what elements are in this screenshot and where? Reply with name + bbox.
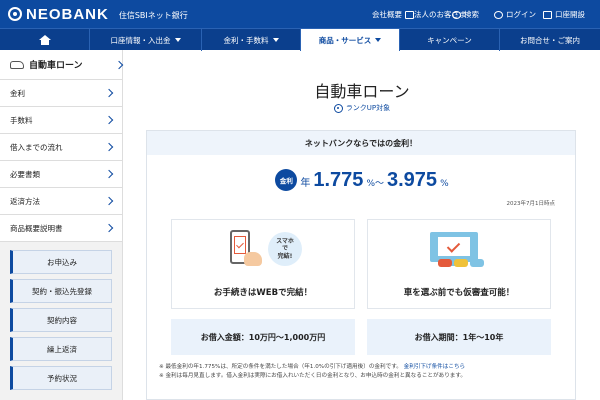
logo-text: NEOBANK [26,5,109,23]
sidebar-item-documents[interactable]: 必要書類 [0,161,122,188]
contract-details-button[interactable]: 契約内容 [10,308,112,332]
rankup-label: ランクUP対象 [345,104,391,112]
search-link[interactable]: 検索 [452,9,479,20]
nav-account-label: 口座情報・入出金 [110,35,171,45]
note-min-rate: ※ 最低金利の年1.775%は、所定の条件を満たした場合（年1.0%の引下げ適用… [159,364,402,370]
caret-down-icon [174,38,181,42]
main-content: 自動車ローン ランクUP対象 ネットバンクならではの金利！ 金利 年 1.775… [124,50,600,400]
monitor-icon [430,232,478,262]
apply-button[interactable]: お申込み [10,250,112,274]
sidebar-item-label: 返済方法 [10,196,40,206]
prepayment-button[interactable]: 繰上返済 [10,337,112,361]
nav-contact-label: お問合せ・ご案内 [520,35,580,45]
caret-down-icon [375,38,382,42]
loan-amount-info: お借入金額：10万円〜1,000万円 [171,319,355,355]
rate-mid-unit: %〜 [366,179,384,189]
nav-contact[interactable]: お問合せ・ご案内 [500,29,600,51]
sidebar-item-repayment[interactable]: 返済方法 [0,188,122,215]
feature-web: スマホ で 完結! お手続きはWEBで完結！ [171,219,355,309]
rate-card: ネットバンクならではの金利！ 金利 年 1.775 %〜 3.975 % 202… [146,130,576,400]
card-heading: ネットバンクならではの金利！ [147,131,575,155]
rate-end-unit: % [440,179,449,189]
feature-prescreen-text: 車を選ぶ前でも仮審査可能！ [403,288,515,298]
login-link-label: ログイン [506,10,536,19]
search-icon [452,10,461,19]
chevron-right-icon [104,115,114,125]
nav-campaign[interactable]: キャンペーン [400,29,500,51]
company-link-label: 会社概要 [372,10,402,19]
open-account-label: 口座開設 [555,10,585,19]
logo-mark-icon [8,7,22,21]
rate-high: 3.975 [387,169,438,191]
building-icon [405,10,414,19]
main-nav: 口座情報・入出金 金利・手数料 商品・サービス キャンペーン お問合せ・ご案内 [0,28,600,51]
nav-home[interactable] [0,29,90,51]
neobank-logo[interactable]: NEOBANK 住信SBIネット銀行 [8,5,188,23]
loan-term-info: お借入期間：1年〜10年 [367,319,551,355]
sidebar-item-label: 手数料 [10,115,33,125]
speech-bubble: スマホ で 完結! [268,232,302,266]
note-review: ※ 金利は毎月見直します。借入金利は実際にお借入れいただく日の金利となり、お申込… [159,372,467,379]
card-icon [543,10,552,19]
search-link-label: 検索 [464,10,479,19]
interest-rate: 金利 年 1.775 %〜 3.975 % [147,169,577,194]
rate-date: 2023年7月1日時点 [506,201,556,207]
chevron-right-icon [104,196,114,206]
page-title: 自動車ローン [314,82,410,101]
rate-notes: ※ 最低金利の年1.775%は、所定の条件を満たした場合（年1.0%の引下げ適用… [159,363,569,381]
top-header: NEOBANK 住信SBIネット銀行 会社概要 法人のお客さま 検索 ログイン … [0,0,600,28]
hand-icon [244,252,262,266]
rate-prefix: 年 [300,178,311,189]
nav-products[interactable]: 商品・サービス [301,29,400,51]
nav-rates-label: 金利・手数料 [223,35,269,45]
rankup-badge[interactable]: ランクUP対象 [124,103,600,113]
chevron-right-icon [104,88,114,98]
target-icon [333,103,343,113]
chevron-right-icon [104,223,114,233]
bubble-text: スマホ で 完結! [276,238,294,260]
sidebar-item-rate[interactable]: 金利 [0,80,122,107]
chevron-right-icon [114,60,124,69]
car-icon [10,60,24,69]
sidebar-actions: お申込み 契約・振込先登録 契約内容 繰上返済 予約状況 [0,242,122,390]
car-yellow-icon [454,259,468,267]
sidebar-item-flow[interactable]: 借入までの流れ [0,134,122,161]
logo-subtitle: 住信SBIネット銀行 [118,11,188,20]
chevron-right-icon [104,142,114,152]
rate-badge: 金利 [275,169,298,191]
check-icon [438,237,470,256]
sidebar-item-label: 借入までの流れ [10,142,63,152]
user-icon [494,10,503,19]
sidebar-item-fee[interactable]: 手数料 [0,107,122,134]
nav-products-label: 商品・サービス [318,35,372,45]
sidebar-item-summary[interactable]: 商品概要説明書 [0,215,122,242]
feature-web-text: お手続きはWEBで完結！ [213,288,313,298]
nav-account[interactable]: 口座情報・入出金 [90,29,202,51]
check-icon [234,236,246,254]
car-red-icon [438,259,452,267]
sidebar-item-label: 商品概要説明書 [10,223,63,233]
company-link[interactable]: 会社概要 [372,9,414,20]
chevron-right-icon [104,169,114,179]
contract-register-button[interactable]: 契約・振込先登録 [10,279,112,303]
reservation-status-button[interactable]: 予約状況 [10,366,112,390]
nav-campaign-label: キャンペーン [427,35,472,45]
rate-conditions-link[interactable]: 金利引下げ条件はこちら [404,364,466,370]
login-link[interactable]: ログイン [494,9,536,20]
car-blue-icon [470,259,484,267]
nav-rates[interactable]: 金利・手数料 [202,29,301,51]
caret-down-icon [272,38,279,42]
sidebar-item-label: 必要書類 [10,169,40,179]
open-account-link[interactable]: 口座開設 [543,9,585,20]
sidebar: 自動車ローン 金利 手数料 借入までの流れ 必要書類 返済方法 商品概要説明書 … [0,50,124,400]
sidebar-title-label: 自動車ローン [29,61,83,71]
feature-prescreen: 車を選ぶ前でも仮審査可能！ [367,219,551,309]
rate-low: 1.775 [313,169,364,191]
sidebar-title[interactable]: 自動車ローン [0,50,124,80]
sidebar-item-label: 金利 [10,88,25,98]
home-icon [38,35,51,45]
